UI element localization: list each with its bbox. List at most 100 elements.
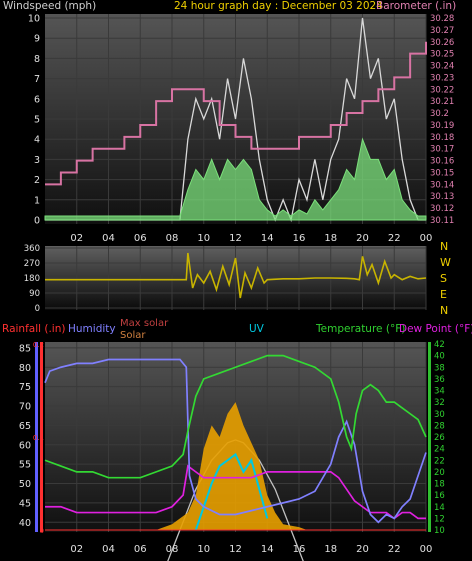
barometer-y-tick: 30.17 <box>430 145 454 155</box>
wind-y-tick: 1 <box>34 195 40 206</box>
x-tick-label: 06 <box>134 544 147 555</box>
barometer-y-tick: 30.15 <box>430 168 454 178</box>
wind-y-tick: 4 <box>34 135 40 146</box>
barometer-y-tick: 30.23 <box>430 73 454 83</box>
wind-y-tick: 8 <box>34 54 40 65</box>
x-tick-label: 08 <box>166 233 179 244</box>
legend-rainfall: Rainfall (.in) <box>2 323 65 335</box>
humidity-y-tick: 65 <box>19 421 31 432</box>
wind-y-tick: 9 <box>34 34 40 45</box>
temp-y-tick: 30 <box>434 410 445 420</box>
x-tick-label: 20 <box>356 233 369 244</box>
compass-label: N <box>440 240 448 253</box>
wind-axis-title: Windspeed (mph) <box>3 0 96 12</box>
humidity-y-tick: 50 <box>19 479 31 490</box>
temp-y-tick: 26 <box>434 433 445 443</box>
x-tick-label: 08 <box>166 544 179 555</box>
humidity-y-tick: 45 <box>19 498 31 509</box>
barometer-y-tick: 30.16 <box>430 157 454 167</box>
barometer-y-tick: 30.13 <box>430 192 454 202</box>
temp-y-tick: 42 <box>434 340 445 350</box>
x-tick-label: 16 <box>293 233 306 244</box>
temp-y-tick: 20 <box>434 468 445 478</box>
x-tick-label: 22 <box>388 544 401 555</box>
barometer-y-tick: 30.14 <box>430 180 454 190</box>
temp-y-tick: 38 <box>434 363 445 373</box>
barometer-y-tick: 30.18 <box>430 133 454 143</box>
humidity-y-tick: 85 <box>19 343 31 354</box>
x-tick-label: 14 <box>261 233 274 244</box>
direction-y-tick: 270 <box>24 259 40 269</box>
temp-y-tick: 12 <box>434 514 445 524</box>
x-tick-label: 14 <box>261 544 274 555</box>
barometer-y-tick: 30.22 <box>430 85 454 95</box>
temp-y-tick: 10 <box>434 526 445 536</box>
wind-y-tick: 10 <box>28 14 40 25</box>
legend-humidity: Humidity <box>68 323 116 335</box>
x-tick-label: 16 <box>293 544 306 555</box>
direction-y-tick: 360 <box>24 244 40 254</box>
humidity-y-tick: 70 <box>19 402 31 413</box>
wind-y-tick: 7 <box>34 74 40 85</box>
barometer-y-tick: 30.27 <box>430 26 454 36</box>
x-tick-label: 10 <box>197 544 210 555</box>
compass-label: E <box>440 288 447 301</box>
x-tick-label: 02 <box>70 544 83 555</box>
humidity-y-tick: 80 <box>19 363 31 374</box>
rain-y-tick: 0 <box>40 527 44 535</box>
direction-y-tick: 0 <box>35 304 40 314</box>
legend-uv: UV <box>249 323 265 335</box>
x-tick-label: 04 <box>102 544 115 555</box>
wind-y-tick: 2 <box>34 175 40 186</box>
barometer-y-tick: 30.2 <box>430 109 449 119</box>
temp-y-tick: 24 <box>434 445 445 455</box>
compass-label: S <box>440 272 447 285</box>
legend-max-solar: Max solar <box>120 318 169 329</box>
temp-y-tick: 36 <box>434 375 445 385</box>
temp-y-tick: 22 <box>434 456 445 466</box>
humidity-y-tick: 60 <box>19 440 31 451</box>
humidity-y-tick: 40 <box>19 518 31 529</box>
x-tick-label: 18 <box>324 233 337 244</box>
compass-label: W <box>440 256 451 269</box>
temp-y-tick: 14 <box>434 503 445 513</box>
direction-y-tick: 180 <box>24 274 40 284</box>
x-tick-label: 22 <box>388 233 401 244</box>
barometer-y-tick: 30.24 <box>430 62 454 72</box>
x-tick-label: 04 <box>102 233 115 244</box>
legend-solar: Solar <box>120 330 146 341</box>
humidity-y-tick: 75 <box>19 382 31 393</box>
legend-temperature: Temperature (°F) <box>315 323 405 335</box>
x-tick-label: 10 <box>197 233 210 244</box>
temp-y-tick: 32 <box>434 398 445 408</box>
rain-y-tick: 0.2 <box>33 341 44 349</box>
direction-y-tick: 90 <box>29 289 40 299</box>
temp-axis-bar <box>428 342 431 532</box>
wind-y-tick: 5 <box>34 115 40 126</box>
temp-y-tick: 18 <box>434 480 445 490</box>
x-tick-label: 18 <box>324 544 337 555</box>
barometer-axis-title: Barometer (.in) <box>376 0 456 12</box>
barometer-y-tick: 30.21 <box>430 97 454 107</box>
x-tick-label: 06 <box>134 233 147 244</box>
barometer-y-tick: 30.28 <box>430 14 454 24</box>
x-tick-label: 02 <box>70 233 83 244</box>
x-tick-label: 20 <box>356 544 369 555</box>
temp-y-tick: 28 <box>434 421 445 431</box>
barometer-y-tick: 30.11 <box>430 216 454 226</box>
chart-title: 24 hour graph day : December 03 2024 <box>174 0 383 12</box>
weather-charts: 02 04 06 08 10 12 14 16 18 20 22 0002 04 06 08 10 12 14 16… <box>2 0 472 561</box>
x-tick-label: 12 <box>229 233 242 244</box>
wind-y-tick: 0 <box>34 216 40 227</box>
wind-y-tick: 3 <box>34 155 40 166</box>
x-tick-label: 00 <box>420 233 433 244</box>
temp-y-tick: 16 <box>434 491 445 501</box>
x-tick-label: 12 <box>229 544 242 555</box>
temp-y-tick: 40 <box>434 352 445 362</box>
wind-y-tick: 6 <box>34 94 40 105</box>
legend-dew-point: Dew Point (°F) <box>399 323 472 335</box>
barometer-y-tick: 30.19 <box>430 121 454 131</box>
humidity-y-tick: 55 <box>19 460 31 471</box>
barometer-y-tick: 30.26 <box>430 38 454 48</box>
barometer-y-tick: 30.25 <box>430 50 454 60</box>
